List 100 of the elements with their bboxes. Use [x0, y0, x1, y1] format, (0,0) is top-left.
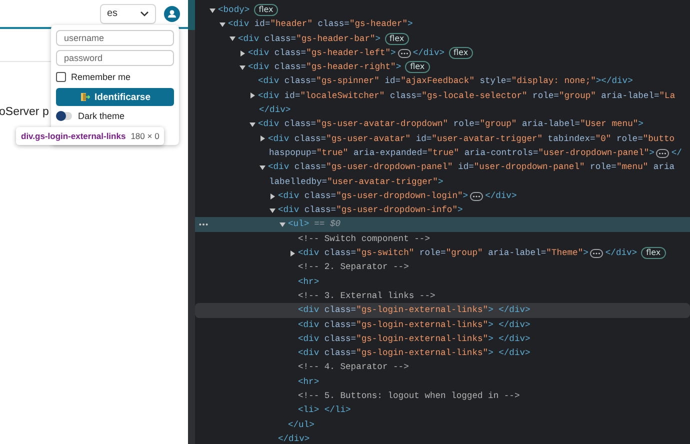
language-select[interactable]: es — [100, 4, 156, 24]
code-text: <!-- Switch component --> — [298, 232, 430, 246]
code-text: <!-- 4. Separator --> — [298, 361, 409, 374]
dom-tree-row[interactable]: <div class="gs-login-external-links"> </div> — [195, 318, 690, 332]
dom-tree-row[interactable]: haspopup="true" aria-expanded="true" aria-controls="user-dropdown-panel"> </ — [195, 146, 690, 160]
dom-tree-row[interactable]: <hr> — [195, 274, 690, 289]
flex-badge[interactable]: flex — [254, 4, 278, 16]
dom-tree-row[interactable]: <!-- Switch component --> — [195, 232, 690, 246]
remember-label: Remember me — [71, 72, 131, 82]
code-text: <div class="gs-user-avatar-dropdown" role="group" aria-label="User menu"> — [258, 118, 644, 132]
remember-checkbox[interactable] — [56, 72, 66, 82]
code-text: <div class="gs-login-external-links"> </div> — [298, 347, 530, 360]
closing-tag-text: </div> — [485, 190, 517, 203]
dom-tree-row[interactable]: <hr> — [195, 374, 690, 390]
triangle-icon[interactable] — [279, 221, 286, 228]
code-text: <div class="gs-user-dropdown-login"> — [278, 190, 468, 203]
code-text: <div class="gs-header-bar"> — [238, 32, 381, 46]
dom-tree-row[interactable]: <div class="gs-user-avatar-dropdown" role="group" aria-label="User menu"> — [195, 117, 690, 132]
dom-tree-row[interactable]: <div class="gs-header-bar"> flex — [195, 32, 690, 46]
ellipsis-icon[interactable] — [590, 248, 604, 258]
code-text: <!-- 2. Separator --> — [298, 261, 409, 274]
ellipsis-icon[interactable] — [199, 223, 208, 226]
closing-tag-text: </ — [671, 146, 682, 160]
code-text: <div class="gs-switch" role="group" aria-label="Theme"> — [298, 247, 588, 260]
flex-badge[interactable]: flex — [405, 61, 430, 74]
dom-tree-row[interactable]: <!-- 3. External links --> — [195, 288, 690, 304]
dom-tree-row[interactable]: <div class="gs-login-external-links"> </div> — [195, 303, 690, 318]
dom-tree-row[interactable]: <div class="gs-header-right"> flex — [195, 60, 690, 74]
theme-switch[interactable] — [56, 112, 72, 120]
code-text: <div class="gs-header-right"> — [248, 61, 402, 74]
dom-tree-row[interactable]: <ul> == $0 — [195, 217, 690, 232]
code-text: </ul> — [288, 418, 314, 432]
dom-tree-row[interactable]: <div id="header" class="gs-header"> — [195, 17, 690, 32]
dom-tree-row[interactable]: <div class="gs-spinner" id="ajaxFeedback" style="display: none;"></div> — [195, 74, 690, 89]
code-text: </div> — [278, 432, 310, 444]
dom-tree-row[interactable]: <div class="gs-user-dropdown-info"> — [195, 203, 690, 218]
username-field[interactable]: username — [56, 30, 174, 46]
dom-tree-row[interactable]: <!-- 2. Separator --> — [195, 260, 690, 275]
code-text: <div class="gs-spinner" id="ajaxFeedback" style="display: none;"></div> — [258, 75, 633, 88]
dom-tree-row[interactable]: <!-- 5. Buttons: logout when logged in --> — [195, 389, 690, 404]
code-text: <div class="gs-login-external-links"> </div> — [298, 318, 530, 332]
triangle-icon[interactable] — [249, 92, 256, 100]
triangle-icon[interactable] — [239, 64, 246, 71]
code-text: <li> </li> — [298, 404, 351, 418]
code-text: <div class="gs-user-dropdown-panel" id="user-dropdown-panel" role="menu" aria — [268, 161, 675, 174]
dom-tree-row[interactable]: <div class="gs-login-external-links"> </div> — [195, 332, 690, 346]
triangle-icon[interactable] — [239, 50, 246, 57]
ellipsis-icon[interactable] — [656, 148, 670, 158]
code-text: <div id="localeSwitcher" class="gs-locale-selector" role="group" aria-label="La — [258, 90, 676, 103]
dom-tree-row[interactable]: <body> flex — [195, 3, 690, 18]
code-text: <ul> — [288, 218, 310, 232]
code-text: <div class="gs-login-external-links"> </div> — [298, 304, 530, 318]
code-text: <hr> — [298, 376, 320, 389]
closing-tag-text: </div> — [605, 247, 638, 260]
code-text: <!-- 5. Buttons: logout when logged in --> — [298, 390, 520, 404]
triangle-icon[interactable] — [259, 135, 266, 142]
dom-tree-row[interactable]: <div id="localeSwitcher" class="gs-locale-selector" role="group" aria-label="La — [195, 88, 690, 104]
triangle-icon[interactable] — [269, 192, 276, 200]
triangle-icon[interactable] — [259, 164, 266, 171]
login-button[interactable]: Identificarse — [56, 88, 174, 106]
dom-tree-row[interactable]: <div class="gs-login-external-links"> </div> — [195, 346, 690, 360]
triangle-icon[interactable] — [269, 206, 276, 214]
dom-tree-row[interactable]: </div> — [195, 103, 690, 118]
code-text: haspopup="true" aria-expanded="true" aria-controls="user-dropdown-panel"> — [269, 146, 654, 160]
code-text: <body> — [218, 4, 250, 17]
ellipsis-icon[interactable] — [398, 48, 411, 58]
triangle-icon[interactable] — [249, 121, 256, 128]
code-text: <div class="gs-login-external-links"> </div> — [298, 332, 530, 346]
dom-tree-row[interactable]: <div class="gs-user-avatar" id="user-avatar-trigger" tabindex="0" role="butto — [195, 132, 690, 146]
element-selector-text: div.gs-login-external-links — [21, 131, 126, 141]
triangle-icon[interactable] — [229, 35, 236, 42]
dom-tree-row[interactable]: <div class="gs-header-left"> </div> flex — [195, 46, 690, 60]
code-text: <hr> — [298, 276, 320, 289]
flex-badge[interactable]: flex — [448, 47, 474, 60]
dom-tree-row[interactable]: <div class="gs-user-dropdown-panel" id="user-dropdown-panel" role="menu" aria — [195, 160, 690, 175]
triangle-icon[interactable] — [219, 20, 226, 28]
code-text: <div class="gs-header-left"> — [248, 46, 396, 60]
dom-tree-row[interactable]: <div class="gs-user-dropdown-login"> </div> — [195, 188, 690, 204]
selected-node-marker: == $0 — [314, 218, 341, 232]
door-icon — [80, 92, 90, 102]
code-text: <div id="header" class="gs-header"> — [228, 18, 413, 32]
triangle-icon[interactable] — [289, 250, 296, 257]
dark-theme-label: Dark theme — [78, 110, 125, 120]
code-text: </div> — [259, 104, 291, 118]
code-text: <div class="gs-user-dropdown-info"> — [278, 204, 463, 218]
flex-badge[interactable]: flex — [384, 32, 410, 45]
code-text: labelledby="user-avatar-trigger"> — [269, 176, 444, 189]
dom-tree-row[interactable]: <li> </li> — [195, 403, 690, 418]
triangle-icon[interactable] — [209, 6, 216, 14]
dom-tree-row[interactable]: labelledby="user-avatar-trigger"> — [195, 174, 690, 189]
flex-badge[interactable]: flex — [641, 247, 666, 260]
password-field[interactable]: password — [56, 50, 174, 66]
dom-tree-row[interactable]: <div class="gs-switch" role="group" aria-label="Theme"> </div> flex — [195, 246, 690, 260]
element-size-text: 180 × 0 — [130, 131, 160, 141]
ellipsis-icon[interactable] — [470, 192, 484, 200]
dom-tree-row[interactable]: <!-- 4. Separator --> — [195, 360, 690, 375]
code-text: <div class="gs-user-avatar" id="user-avatar-trigger" tabindex="0" role="butto — [268, 132, 675, 146]
code-text: <!-- 3. External links --> — [298, 290, 436, 303]
closing-tag-text: </div> — [412, 46, 445, 60]
user-avatar-icon[interactable] — [164, 6, 180, 22]
